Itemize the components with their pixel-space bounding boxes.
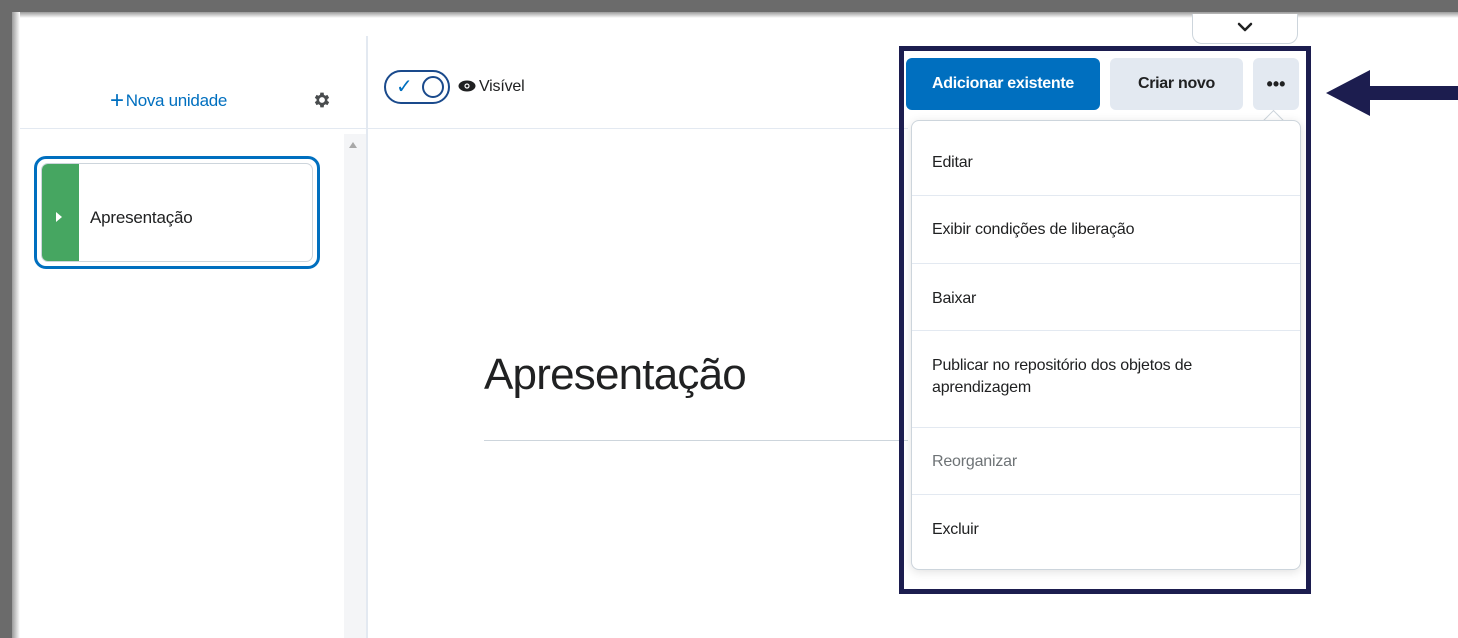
header-divider: [368, 128, 908, 129]
unit-card-body: Apresentação: [41, 163, 313, 262]
sidebar-divider: [366, 36, 368, 638]
plus-icon: +: [110, 87, 124, 114]
new-unit-button[interactable]: + Nova unidade: [110, 88, 227, 114]
scroll-up-icon[interactable]: [349, 142, 357, 148]
visibility-toggle[interactable]: ✓: [384, 70, 450, 104]
frame-shadow-left: [12, 12, 20, 638]
unit-label: Apresentação: [90, 208, 193, 227]
sidebar-scrollbar[interactable]: [344, 134, 366, 638]
arrow-left-icon: [1326, 70, 1458, 116]
eye-icon: [458, 80, 476, 92]
caret-right-icon[interactable]: [56, 212, 62, 222]
screenshot-frame-top: [0, 0, 1458, 12]
toggle-knob: [422, 76, 444, 98]
sidebar-header-divider: [20, 128, 367, 129]
screenshot-frame-left: [0, 0, 12, 638]
title-divider: [484, 440, 908, 441]
collapse-tab[interactable]: [1192, 14, 1298, 44]
visibility-label: Visível: [479, 78, 525, 95]
highlight-box: [899, 46, 1311, 594]
chevron-down-icon: [1237, 22, 1253, 32]
unit-card-apresentacao[interactable]: Apresentação: [34, 156, 320, 269]
checkmark-icon: ✓: [396, 76, 413, 98]
page-title: Apresentação: [484, 350, 747, 399]
new-unit-label: Nova unidade: [125, 91, 228, 110]
gear-icon[interactable]: [312, 90, 332, 110]
